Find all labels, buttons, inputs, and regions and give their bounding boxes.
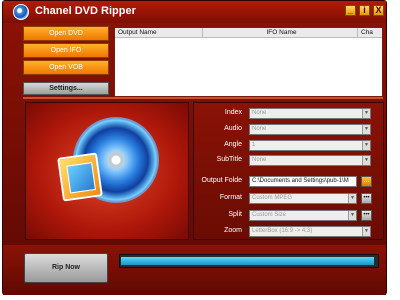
close-button[interactable]: X — [373, 5, 384, 16]
title-bar[interactable]: Chanel DVD Ripper _ i X — [3, 1, 386, 23]
split-label: Split — [228, 211, 242, 218]
zoom-label: Zoom — [224, 227, 242, 234]
angle-value: 1 — [252, 142, 256, 148]
output-folder-field[interactable]: C:\Documents and Settings\pub-1\M — [249, 176, 357, 187]
angle-label: Angle — [224, 141, 242, 148]
column-output-name[interactable]: Output Name — [115, 28, 203, 37]
title-list[interactable]: Output Name IFO Name Cha — [114, 27, 383, 97]
preview-pane — [25, 102, 189, 240]
format-value: Custom MPEG — [252, 195, 293, 201]
chevron-down-icon: ▼ — [362, 141, 370, 150]
main-frame: Chanel DVD Ripper _ i X Open DVD Open IF… — [2, 0, 387, 295]
chevron-down-icon: ▼ — [362, 227, 370, 236]
chevron-down-icon: ▼ — [362, 109, 370, 118]
chevron-down-icon: ▼ — [362, 156, 370, 165]
subtitle-select[interactable]: None ▼ — [249, 155, 371, 166]
minimize-button[interactable]: _ — [345, 5, 356, 16]
open-vob-button[interactable]: Open VOB — [23, 60, 109, 75]
properties-panel: Index None ▼ Audio None ▼ Angle 1 ▼ SubT… — [193, 102, 384, 240]
settings-button[interactable]: Settings... — [23, 82, 109, 95]
rip-now-button[interactable]: Rip Now — [24, 253, 108, 283]
angle-select[interactable]: 1 ▼ — [249, 140, 371, 151]
audio-select[interactable]: None ▼ — [249, 124, 371, 135]
index-select[interactable]: None ▼ — [249, 108, 371, 119]
audio-label: Audio — [224, 125, 242, 132]
document-graphic-icon — [57, 152, 103, 202]
output-folder-label: Output Folde — [201, 177, 242, 184]
chevron-down-icon: ▼ — [348, 211, 356, 220]
column-ifo-name[interactable]: IFO Name — [203, 28, 358, 37]
list-header: Output Name IFO Name Cha — [115, 28, 382, 38]
open-dvd-button[interactable]: Open DVD — [23, 26, 109, 41]
subtitle-value: None — [252, 157, 267, 163]
progress-bar — [119, 254, 379, 268]
audio-value: None — [252, 126, 267, 132]
app-window: Chanel DVD Ripper _ i X Open DVD Open IF… — [0, 0, 400, 300]
format-select[interactable]: Custom MPEG ▼ — [249, 193, 357, 204]
split-select[interactable]: Custom Size ▼ — [249, 210, 357, 221]
ellipsis-icon[interactable]: ••• — [361, 210, 372, 221]
divider — [23, 97, 383, 99]
index-label: Index — [224, 109, 242, 116]
chevron-down-icon: ▼ — [348, 194, 356, 203]
ellipsis-icon[interactable]: ••• — [361, 193, 372, 204]
column-chapter[interactable]: Cha — [358, 28, 382, 37]
window-title: Chanel DVD Ripper — [35, 5, 136, 17]
format-label: Format — [219, 194, 242, 201]
index-value: None — [252, 110, 267, 116]
chevron-down-icon: ▼ — [362, 125, 370, 134]
split-value: Custom Size — [252, 212, 287, 218]
open-ifo-button[interactable]: Open IFO — [23, 43, 109, 58]
dvd-disc-icon — [13, 4, 29, 20]
progress-fill — [121, 257, 375, 265]
folder-icon[interactable]: … — [361, 176, 372, 187]
zoom-value: LetterBox (16:9 -> 4:3) — [252, 228, 313, 234]
info-button[interactable]: i — [359, 5, 370, 16]
subtitle-label: SubTitle — [216, 156, 242, 163]
zoom-select[interactable]: LetterBox (16:9 -> 4:3) ▼ — [249, 226, 371, 237]
